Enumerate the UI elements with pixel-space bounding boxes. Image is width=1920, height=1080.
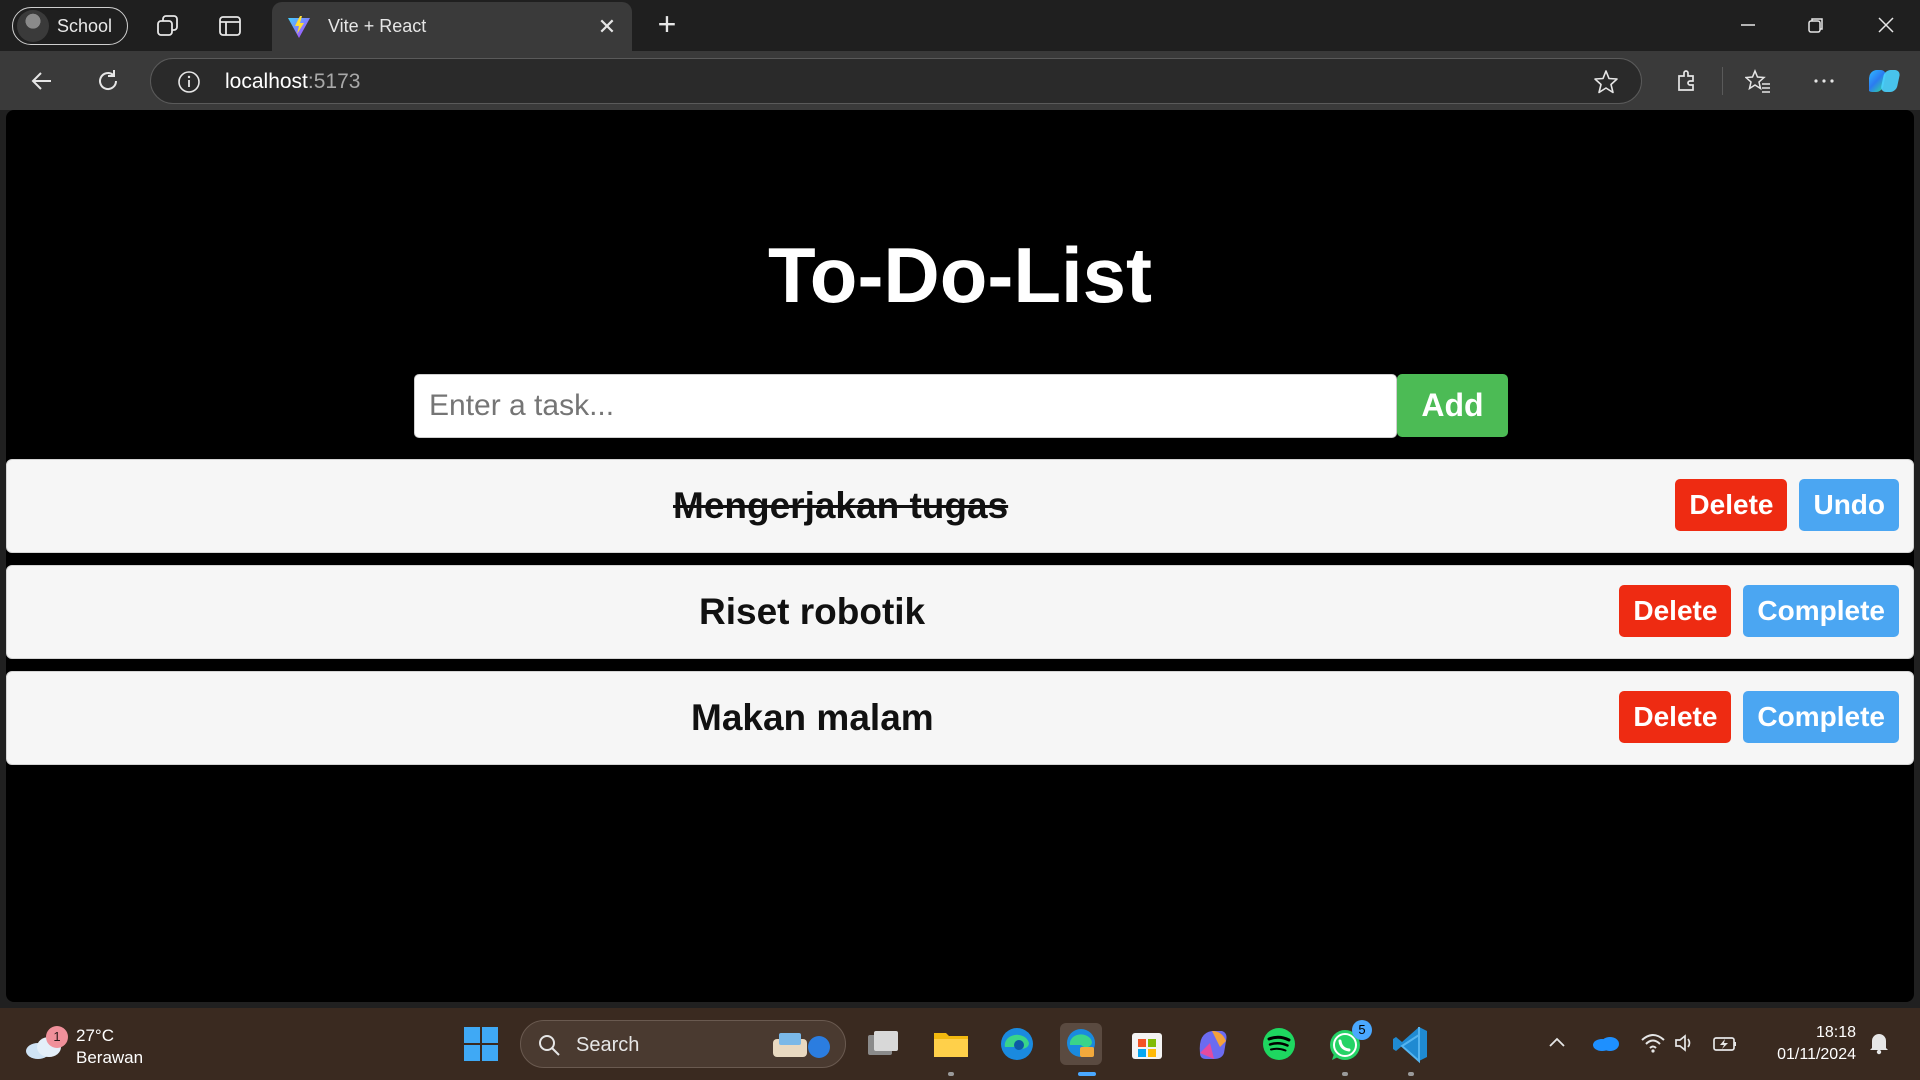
task-text: Makan malam bbox=[691, 697, 934, 738]
task-row: Makan malam Delete Complete bbox=[6, 671, 1914, 765]
restore-icon[interactable] bbox=[1786, 4, 1846, 46]
task-row: Riset robotik Delete Complete bbox=[6, 565, 1914, 659]
volume-icon[interactable] bbox=[1670, 1028, 1700, 1058]
weather-badge: 1 bbox=[46, 1026, 68, 1048]
url-port: :5173 bbox=[307, 70, 361, 93]
wifi-icon[interactable] bbox=[1638, 1028, 1668, 1058]
favorite-star-icon[interactable] bbox=[1593, 69, 1619, 95]
search-label: Search bbox=[576, 1034, 640, 1056]
undo-button[interactable]: Undo bbox=[1799, 479, 1899, 531]
vite-logo-icon bbox=[288, 15, 310, 38]
microsoft-store-icon[interactable] bbox=[1126, 1023, 1168, 1065]
spotify-icon[interactable] bbox=[1258, 1023, 1300, 1065]
edge-workspace-icon[interactable] bbox=[1060, 1023, 1102, 1065]
edge-icon[interactable] bbox=[996, 1023, 1038, 1065]
task-view-icon[interactable] bbox=[862, 1023, 904, 1065]
delete-button[interactable]: Delete bbox=[1675, 479, 1788, 531]
copilot-app-icon[interactable] bbox=[1192, 1023, 1234, 1065]
whatsapp-notification-badge: 5 bbox=[1352, 1020, 1372, 1040]
clock-date: 01/11/2024 bbox=[1777, 1046, 1856, 1063]
system-clock[interactable]: 18:18 01/11/2024 bbox=[1777, 1022, 1856, 1066]
running-indicator bbox=[1408, 1072, 1414, 1076]
address-bar[interactable]: localhost:5173 bbox=[150, 58, 1642, 104]
delete-button[interactable]: Delete bbox=[1619, 691, 1732, 743]
onedrive-icon[interactable] bbox=[1590, 1028, 1620, 1058]
search-icon bbox=[539, 1035, 560, 1056]
task-text: Mengerjakan tugas bbox=[673, 485, 1009, 526]
profile-button[interactable]: School bbox=[12, 7, 128, 45]
toolbar-divider bbox=[1722, 67, 1723, 95]
url-host: localhost bbox=[225, 70, 308, 93]
complete-button[interactable]: Complete bbox=[1743, 585, 1899, 637]
reload-icon[interactable] bbox=[90, 63, 126, 99]
task-actions: Delete Complete bbox=[1619, 585, 1899, 637]
battery-charging-icon[interactable] bbox=[1710, 1028, 1740, 1058]
close-tab-icon[interactable]: ✕ bbox=[592, 12, 622, 42]
windows-start-icon[interactable] bbox=[460, 1023, 502, 1065]
file-explorer-icon[interactable] bbox=[930, 1023, 972, 1065]
vertical-tabs-icon[interactable] bbox=[216, 12, 244, 40]
page-title: To-Do-List bbox=[767, 231, 1153, 319]
clock-time: 18:18 bbox=[1815, 1024, 1856, 1041]
tab-vite-react[interactable]: Vite + React ✕ bbox=[272, 2, 632, 51]
add-task-button[interactable]: Add bbox=[1397, 374, 1508, 437]
tab-title: Vite + React bbox=[328, 16, 427, 36]
complete-button[interactable]: Complete bbox=[1743, 691, 1899, 743]
task-text: Riset robotik bbox=[699, 591, 926, 632]
avatar bbox=[17, 10, 49, 42]
windows-taskbar: 1 27°C Berawan Search 5 18:18 01/11/2024 bbox=[0, 1008, 1920, 1080]
task-row: Mengerjakan tugas Delete Undo bbox=[6, 459, 1914, 553]
back-arrow-icon[interactable] bbox=[24, 63, 60, 99]
show-hidden-icons-chevron-icon[interactable] bbox=[1542, 1028, 1572, 1058]
minimize-icon[interactable] bbox=[1718, 4, 1778, 46]
taskbar-search[interactable]: Search bbox=[520, 1020, 846, 1068]
copilot-icon[interactable] bbox=[1868, 63, 1904, 99]
url-text: localhost:5173 bbox=[225, 70, 360, 94]
browser-toolbar: localhost:5173 bbox=[0, 51, 1920, 110]
page-viewport: To-Do-List Add Mengerjakan tugas Delete … bbox=[6, 110, 1914, 1002]
running-indicator bbox=[1342, 1072, 1348, 1076]
delete-button[interactable]: Delete bbox=[1619, 585, 1732, 637]
extensions-icon[interactable] bbox=[1668, 63, 1704, 99]
task-list: Mengerjakan tugas Delete Undo Riset robo… bbox=[6, 459, 1914, 777]
favorites-icon[interactable] bbox=[1740, 63, 1776, 99]
vscode-icon[interactable] bbox=[1390, 1023, 1432, 1065]
close-window-icon[interactable] bbox=[1856, 4, 1916, 46]
search-highlight-icon bbox=[773, 1033, 830, 1058]
weather-temperature: 27°C bbox=[76, 1026, 114, 1045]
weather-condition: Berawan bbox=[76, 1048, 144, 1067]
new-tab-button[interactable]: + bbox=[650, 8, 684, 42]
notification-bell-icon[interactable] bbox=[1864, 1028, 1894, 1058]
profile-label: School bbox=[57, 15, 113, 36]
task-input[interactable] bbox=[414, 374, 1397, 438]
weather-widget[interactable]: 1 27°C Berawan bbox=[24, 1024, 164, 1068]
more-options-icon[interactable] bbox=[1806, 63, 1842, 99]
active-indicator bbox=[1078, 1072, 1096, 1076]
running-indicator bbox=[948, 1072, 954, 1076]
workspaces-icon[interactable] bbox=[154, 12, 182, 40]
task-actions: Delete Undo bbox=[1675, 479, 1899, 531]
browser-tab-bar: School Vite + React ✕ + bbox=[0, 0, 1920, 51]
task-actions: Delete Complete bbox=[1619, 691, 1899, 743]
site-info-icon[interactable] bbox=[177, 70, 201, 94]
